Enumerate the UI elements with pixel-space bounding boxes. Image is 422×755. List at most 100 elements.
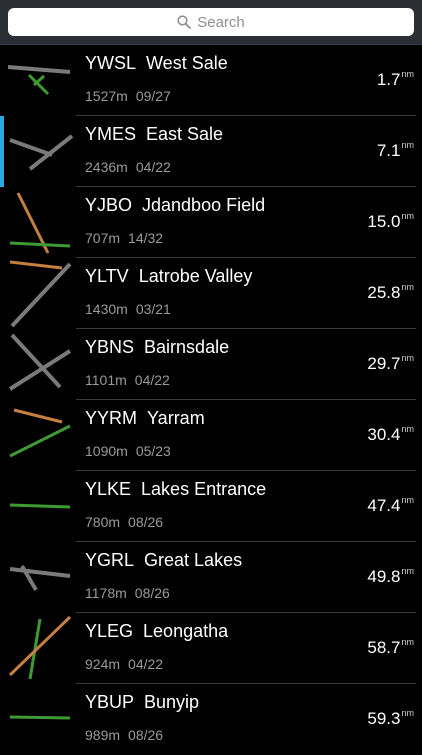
runway-length: 1178m [85, 585, 127, 601]
distance-value: 49.8 [367, 567, 401, 586]
distance-unit: nm [401, 282, 414, 292]
airport-name: West Sale [146, 53, 228, 73]
runway-designator: 04/22 [128, 656, 164, 672]
airport-name: Great Lakes [144, 550, 243, 570]
airport-code: YJBO [85, 195, 133, 215]
airport-row[interactable]: YBNS Bairnsdale 1101m 04/22 29.7nm [0, 329, 422, 400]
airport-name: Latrobe Valley [138, 266, 253, 286]
airport-title: YMES East Sale [85, 124, 223, 145]
distance-value: 15.0 [367, 212, 401, 231]
airport-name: Bairnsdale [144, 337, 230, 357]
airport-distance: 59.3nm [367, 708, 414, 729]
airport-details: 1090m 05/23 [85, 443, 171, 459]
airport-distance: 29.7nm [367, 353, 414, 374]
distance-unit: nm [401, 353, 414, 363]
airport-row[interactable]: YLKE Lakes Entrance 780m 08/26 47.4nm [0, 471, 422, 542]
distance-value: 1.7 [376, 70, 401, 89]
runway-diagram-icon [9, 564, 71, 592]
airport-name: Leongatha [143, 621, 229, 641]
runway-diagram-icon [9, 260, 72, 328]
airport-code: YWSL [85, 53, 137, 73]
airport-code: YYRM [85, 408, 138, 428]
airport-title: YLKE Lakes Entrance [85, 479, 266, 500]
distance-value: 29.7 [367, 354, 401, 373]
airport-details: 2436m 04/22 [85, 159, 171, 175]
distance-unit: nm [401, 424, 414, 434]
airport-code: YMES [85, 124, 137, 144]
runway-designator: 08/26 [128, 514, 164, 530]
search-placeholder: Search [197, 13, 245, 31]
runway-length: 1090m [85, 443, 128, 459]
runway-length: 2436m [85, 159, 128, 175]
runway-diagram-icon [9, 134, 74, 171]
runway-designator: 05/23 [135, 443, 171, 459]
runway-diagram-icon [9, 715, 71, 720]
airport-row[interactable]: YLEG Leongatha 924m 04/22 58.7nm [0, 613, 422, 684]
airport-row[interactable]: YWSL West Sale 1527m 09/27 1.7nm [0, 45, 422, 116]
airport-title: YJBO Jdandboo Field [85, 195, 265, 216]
airport-row[interactable]: YJBO Jdandboo Field 707m 14/32 15.0nm [0, 187, 422, 258]
airport-list: YWSL West Sale 1527m 09/27 1.7nm YMES East … [0, 45, 422, 755]
airport-row[interactable]: YYRM Yarram 1090m 05/23 30.4nm [0, 400, 422, 471]
airport-name: Lakes Entrance [141, 479, 267, 499]
runway-designator: 14/32 [128, 230, 164, 246]
airport-details: 707m 14/32 [85, 230, 163, 246]
runway-designator: 04/22 [135, 159, 171, 175]
airport-title: YLTV Latrobe Valley [85, 266, 252, 287]
runway-diagram-icon [7, 65, 71, 96]
distance-unit: nm [401, 495, 414, 505]
airport-distance: 7.1nm [377, 140, 414, 161]
runway-designator: 04/22 [134, 372, 170, 388]
runway-diagram-icon [8, 333, 72, 391]
airport-title: YBNS Bairnsdale [85, 337, 229, 358]
runway-diagram-icon [9, 408, 71, 458]
runway-designator: 09/27 [135, 88, 171, 104]
distance-unit: nm [401, 637, 414, 647]
airport-distance: 15.0nm [367, 211, 414, 232]
airport-row[interactable]: YLTV Latrobe Valley 1430m 03/21 25.8nm [0, 258, 422, 329]
airport-name: East Sale [146, 124, 224, 144]
airport-title: YBUP Bunyip [85, 692, 199, 713]
airport-row[interactable]: YGRL Great Lakes 1178m 08/26 49.8nm [0, 542, 422, 613]
runway-length: 1527m [85, 88, 128, 104]
runway-length: 1101m [85, 372, 127, 388]
search-icon [177, 15, 192, 29]
airport-details: 989m 08/26 [85, 727, 163, 743]
runway-length: 780m [85, 514, 121, 530]
airport-code: YLKE [85, 479, 132, 499]
distance-value: 59.3 [367, 709, 401, 728]
airport-details: 1178m 08/26 [85, 585, 170, 601]
airport-title: YLEG Leongatha [85, 621, 228, 642]
airport-name: Jdandboo Field [142, 195, 266, 215]
airport-title: YWSL West Sale [85, 53, 228, 74]
distance-unit: nm [401, 566, 414, 576]
airport-details: 1527m 09/27 [85, 88, 171, 104]
runway-length: 989m [85, 727, 121, 743]
airport-details: 924m 04/22 [85, 656, 163, 672]
airport-row[interactable]: YBUP Bunyip 989m 08/26 59.3nm [0, 684, 422, 755]
airport-title: YGRL Great Lakes [85, 550, 242, 571]
airport-title: YYRM Yarram [85, 408, 205, 429]
airport-distance: 30.4nm [367, 424, 414, 445]
airport-distance: 25.8nm [367, 282, 414, 303]
airport-details: 1101m 04/22 [85, 372, 170, 388]
airport-row[interactable]: YMES East Sale 2436m 04/22 7.1nm [0, 116, 422, 187]
airport-code: YLEG [85, 621, 134, 641]
airport-distance: 47.4nm [367, 495, 414, 516]
airport-code: YBNS [85, 337, 135, 357]
airport-distance: 1.7nm [377, 69, 414, 90]
runway-designator: 08/26 [134, 585, 170, 601]
search-field[interactable]: Search [8, 8, 414, 36]
distance-value: 7.1 [376, 141, 401, 160]
airport-distance: 49.8nm [367, 566, 414, 587]
airport-name: Yarram [147, 408, 205, 428]
airport-details: 1430m 03/21 [85, 301, 171, 317]
search-bar: Search [0, 0, 422, 45]
runway-designator: 08/26 [128, 727, 164, 743]
runway-diagram-icon [9, 192, 71, 254]
distance-unit: nm [401, 708, 414, 718]
runway-designator: 03/21 [135, 301, 171, 317]
airport-code: YLTV [85, 266, 129, 286]
distance-unit: nm [401, 140, 414, 150]
distance-value: 58.7 [367, 638, 401, 657]
